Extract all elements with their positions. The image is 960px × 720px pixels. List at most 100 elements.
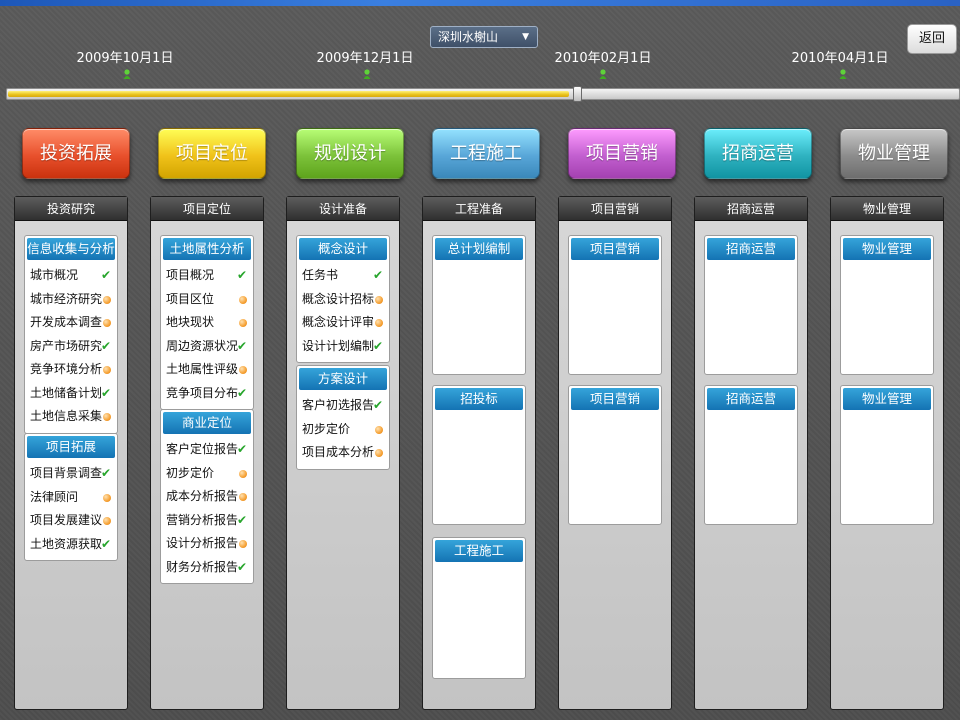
timeline-track[interactable]	[6, 88, 960, 100]
task-item-label: 土地储备计划	[30, 385, 103, 400]
task-item[interactable]: 城市概况 ✔	[25, 264, 117, 288]
task-item[interactable]: 初步定价	[161, 462, 253, 486]
task-item-label: 财务分析报告	[166, 559, 239, 574]
timeline-progress	[8, 91, 570, 97]
task-item[interactable]: 项目成本分析	[297, 441, 389, 465]
task-item[interactable]: 土地资源获取 ✔	[25, 533, 117, 557]
pending-dot-icon	[375, 288, 383, 313]
task-item[interactable]: 项目发展建议	[25, 509, 117, 533]
panel-header[interactable]: 物业管理	[843, 238, 931, 260]
pin-icon	[838, 65, 848, 79]
task-item[interactable]: 成本分析报告	[161, 485, 253, 509]
panel-header[interactable]: 项目营销	[571, 238, 659, 260]
pending-dot-icon	[239, 311, 247, 336]
task-item-label: 营销分析报告	[166, 512, 239, 527]
task-item-label: 初步定价	[302, 421, 351, 436]
task-panel: 物业管理	[840, 235, 934, 375]
check-icon: ✔	[100, 268, 111, 282]
task-item-label: 任务书	[302, 268, 339, 282]
task-item-label: 城市概况	[30, 268, 79, 282]
panel-header[interactable]: 总计划编制	[435, 238, 523, 260]
column-4: 工程准备 总计划编制 招投标 工程施工	[422, 196, 536, 710]
task-item[interactable]: 客户初选报告 ✔	[297, 394, 389, 418]
panel-header[interactable]: 项目拓展	[27, 436, 115, 458]
phase-button-5[interactable]: 项目营销	[568, 128, 676, 179]
task-item[interactable]: 法律顾问	[25, 486, 117, 510]
check-icon: ✔	[372, 398, 383, 412]
task-item-label: 城市经济研究	[30, 291, 103, 306]
task-item[interactable]: 开发成本调查	[25, 311, 117, 335]
phase-button-4[interactable]: 工程施工	[432, 128, 540, 179]
pin-icon	[598, 65, 608, 79]
panel-header[interactable]: 信息收集与分析	[27, 238, 115, 260]
panel-header[interactable]: 招商运营	[707, 388, 795, 410]
check-icon: ✔	[100, 385, 111, 400]
phase-button-2[interactable]: 项目定位	[158, 128, 266, 179]
task-item-label: 土地资源获取	[30, 536, 103, 551]
pending-dot-icon	[239, 462, 247, 487]
back-button[interactable]: 返回	[907, 24, 957, 54]
column-header: 项目定位	[151, 197, 263, 221]
task-item[interactable]: 设计分析报告	[161, 532, 253, 556]
task-item[interactable]: 土地属性评级	[161, 358, 253, 382]
task-item[interactable]: 项目区位	[161, 288, 253, 312]
task-panel: 招商运营	[704, 235, 798, 375]
timeline-date-label: 2009年10月1日	[76, 51, 174, 66]
task-item[interactable]: 竞争项目分布 ✔	[161, 382, 253, 406]
task-item[interactable]: 项目背景调查 ✔	[25, 462, 117, 486]
task-item-label: 项目成本分析	[302, 445, 375, 459]
task-item[interactable]: 项目概况 ✔	[161, 264, 253, 288]
pending-dot-icon	[375, 311, 383, 336]
pending-dot-icon	[375, 441, 383, 466]
pending-dot-icon	[239, 485, 247, 510]
task-item[interactable]: 概念设计招标	[297, 288, 389, 312]
task-panel: 信息收集与分析 城市概况 ✔ 城市经济研究 开发成本调查 房产市场研究 ✔ 竞争环境分析 土地储…	[24, 235, 118, 434]
pending-dot-icon	[239, 288, 247, 313]
panel-header[interactable]: 招商运营	[707, 238, 795, 260]
phase-button-3[interactable]: 规划设计	[296, 128, 404, 179]
panel-header[interactable]: 招投标	[435, 388, 523, 410]
panel-header[interactable]: 物业管理	[843, 388, 931, 410]
pending-dot-icon	[103, 311, 111, 336]
panel-header[interactable]: 项目营销	[571, 388, 659, 410]
task-item[interactable]: 概念设计评审	[297, 311, 389, 335]
panel-header[interactable]: 概念设计	[299, 238, 387, 260]
project-dropdown-value: 深圳水榭山	[438, 30, 499, 44]
phase-button-1[interactable]: 投资拓展	[22, 128, 130, 179]
task-item[interactable]: 初步定价	[297, 418, 389, 442]
task-item[interactable]: 城市经济研究	[25, 288, 117, 312]
panel-header[interactable]: 土地属性分析	[163, 238, 251, 260]
pending-dot-icon	[239, 358, 247, 383]
column-header: 物业管理	[831, 197, 943, 221]
task-item[interactable]: 土地储备计划 ✔	[25, 382, 117, 406]
panel-header[interactable]: 工程施工	[435, 540, 523, 562]
task-panel: 项目营销	[568, 385, 662, 525]
panel-header[interactable]: 商业定位	[163, 412, 251, 434]
task-item[interactable]: 竞争环境分析	[25, 358, 117, 382]
task-item[interactable]: 土地信息采集	[25, 405, 117, 429]
task-item[interactable]: 营销分析报告 ✔	[161, 509, 253, 533]
panel-header[interactable]: 方案设计	[299, 368, 387, 390]
task-panel: 总计划编制	[432, 235, 526, 375]
pending-dot-icon	[103, 486, 111, 511]
phase-button-6[interactable]: 招商运营	[704, 128, 812, 179]
task-panel: 商业定位 客户定位报告 ✔ 初步定价 成本分析报告 营销分析报告 ✔ 设计分析报告 财务分析报告…	[160, 409, 254, 584]
task-item[interactable]: 任务书 ✔	[297, 264, 389, 288]
check-icon: ✔	[236, 442, 247, 456]
check-icon: ✔	[100, 466, 111, 480]
task-item[interactable]: 周边资源状况 ✔	[161, 335, 253, 359]
timeline-slider-handle[interactable]	[573, 86, 583, 102]
task-item[interactable]: 客户定位报告 ✔	[161, 438, 253, 462]
column-header: 项目营销	[559, 197, 671, 221]
task-item[interactable]: 房产市场研究 ✔	[25, 335, 117, 359]
task-item-label: 成本分析报告	[166, 489, 239, 503]
task-item[interactable]: 设计计划编制 ✔	[297, 335, 389, 359]
timeline-date-label: 2009年12月1日	[316, 51, 414, 66]
task-item[interactable]: 财务分析报告 ✔	[161, 556, 253, 580]
phase-button-7[interactable]: 物业管理	[840, 128, 948, 179]
timeline-date-label: 2010年02月1日	[554, 51, 652, 66]
task-item[interactable]: 地块现状	[161, 311, 253, 335]
task-item-label: 竞争环境分析	[30, 362, 103, 376]
task-panel: 项目拓展 项目背景调查 ✔ 法律顾问 项目发展建议 土地资源获取 ✔	[24, 433, 118, 561]
project-dropdown[interactable]: 深圳水榭山 ▼	[430, 26, 538, 48]
